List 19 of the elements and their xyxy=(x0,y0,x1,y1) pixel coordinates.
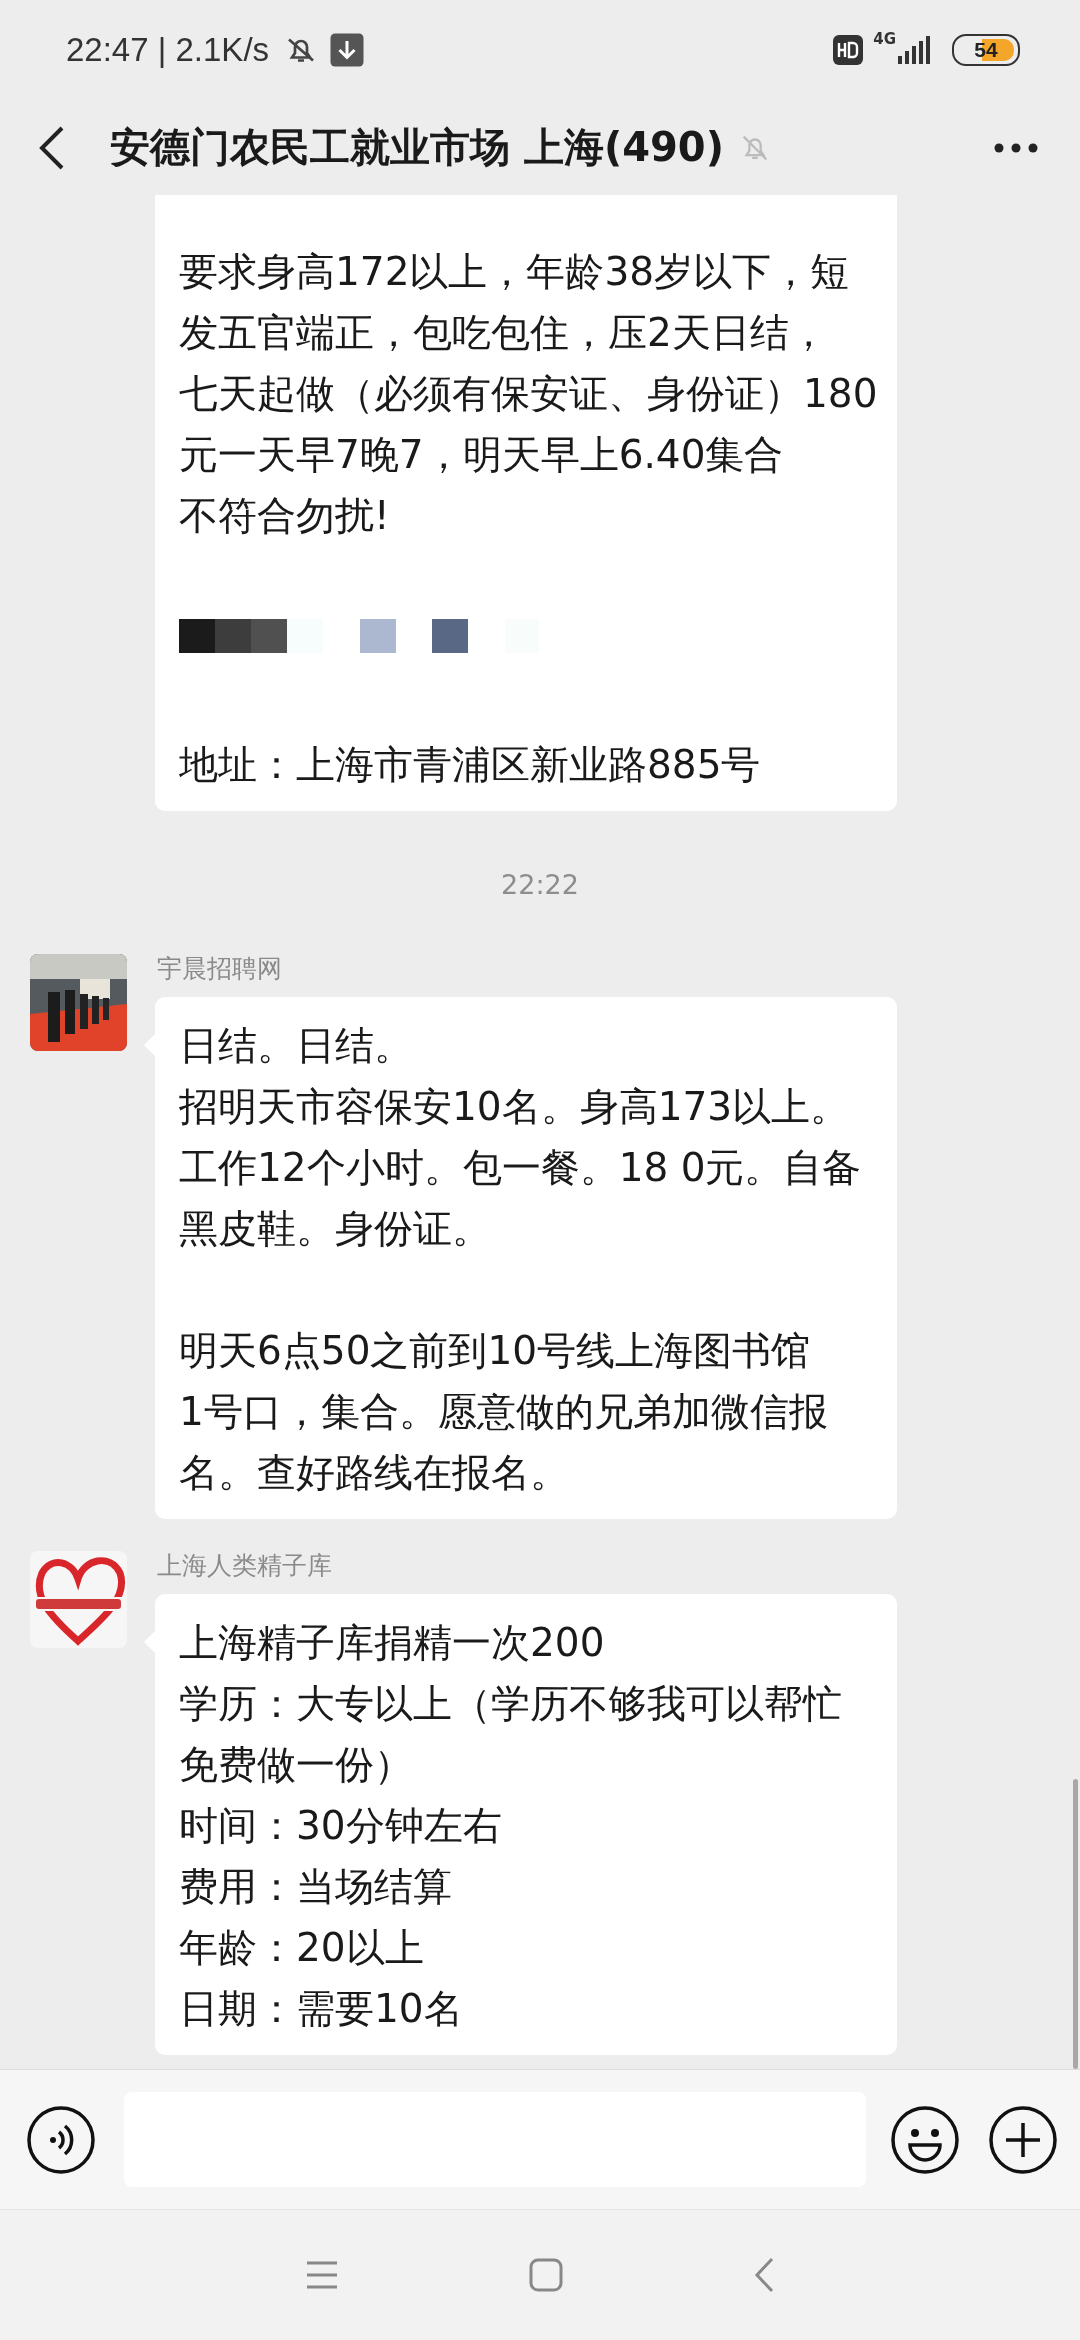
message-time: 22:22 xyxy=(501,869,579,900)
message-text: 明天6点50之前到10号线上海图书馆 1号口，集合。愿意做的兄弟加微信报 名。查好路线在报名。 xyxy=(179,1327,829,1497)
sender-name: 宇晨招聘网 xyxy=(157,953,283,985)
message-text: 上海精子库捐精一次200 学历：大专以上（学历不够我可以帮忙 免费做一份） 时间：30分钟左右 费用：当场结算 年龄：20以上 日期：需要10名 xyxy=(179,1619,843,2033)
chat-title: 安德门农民工就业市场 上海(490) xyxy=(110,123,724,172)
message-text: 日结。日结。 招明天市容保安10名。身高173以上。 工作12个小时。包一餐。18 0元。自备 黑皮鞋。身份证。 xyxy=(179,1022,863,1253)
menu-icon[interactable] xyxy=(305,2260,339,2290)
sender-name: 上海人类精子库 xyxy=(157,1550,333,1582)
network-type: 4G xyxy=(873,30,896,48)
voice-icon[interactable] xyxy=(26,2104,96,2175)
home-icon[interactable] xyxy=(529,2258,563,2292)
message-text: 地址：上海市青浦区新业路885号 xyxy=(179,741,762,789)
more-icon[interactable] xyxy=(994,142,1038,153)
download-icon xyxy=(329,32,366,68)
add-icon[interactable] xyxy=(988,2104,1058,2175)
message-text: 要求身高172以上，年龄38岁以下，短 发五官端正，包吃包住，压2天日结， 七天起做（必须有保安证、身份证）180 元一天早7晚7，明天早上6.40集合 不符合勿扰! xyxy=(179,248,873,540)
emoji-icon[interactable] xyxy=(890,2104,960,2175)
hd-icon xyxy=(833,35,864,65)
status-time: 22:47 | 2.1K/s xyxy=(66,31,270,69)
